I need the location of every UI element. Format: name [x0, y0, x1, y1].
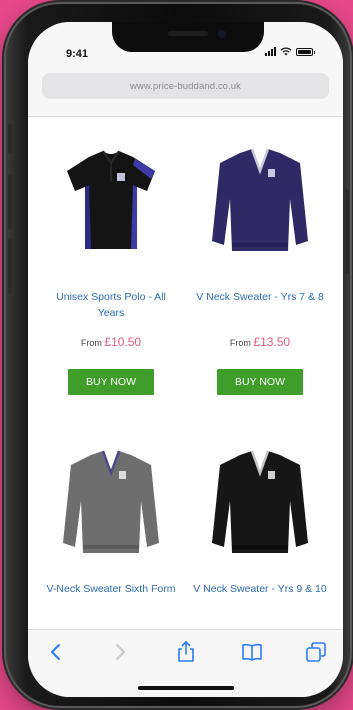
price-prefix: From: [80, 338, 102, 348]
page-background: 9:41 www.price-buddand.co.uk Unisex Spor…: [0, 0, 353, 710]
product-name[interactable]: V-Neck Sweater Sixth Form: [42, 581, 180, 613]
buy-now-button[interactable]: BUY NOW: [217, 369, 303, 395]
black-polo-shirt-image[interactable]: [51, 141, 171, 261]
notch: [112, 22, 264, 52]
status-time: 9:41: [66, 48, 89, 60]
url-text: www.price-buddand.co.uk: [129, 80, 242, 92]
power-button: [345, 189, 349, 274]
black-v-neck-sweater-image[interactable]: [200, 443, 320, 563]
browser-toolbar: [28, 629, 343, 697]
volume-up-button: [8, 174, 12, 229]
battery-icon: [296, 47, 315, 56]
tabs-icon[interactable]: [304, 640, 328, 664]
price-prefix: From: [229, 338, 251, 348]
grey-v-neck-sweater-image[interactable]: [51, 443, 171, 563]
front-camera: [218, 30, 226, 38]
product-name[interactable]: V Neck Sweater - Yrs 9 & 10: [191, 581, 329, 613]
product-price: £10.50: [104, 335, 142, 349]
browser-address-area: www.price-buddand.co.uk: [28, 66, 343, 117]
buy-now-button[interactable]: BUY NOW: [68, 369, 154, 395]
product-card: Unisex Sports Polo - All Years From £10.…: [42, 141, 180, 395]
status-icons: [265, 47, 315, 56]
forward-icon[interactable]: [108, 640, 132, 664]
phone-frame: 9:41 www.price-buddand.co.uk Unisex Spor…: [6, 4, 350, 706]
share-icon[interactable]: [174, 640, 198, 664]
home-indicator[interactable]: [138, 686, 234, 690]
product-price-line: From £13.50: [191, 335, 329, 349]
mute-switch: [8, 124, 12, 154]
product-card: V-Neck Sweater Sixth Form: [42, 443, 180, 613]
purple-v-neck-sweater-image[interactable]: [200, 141, 320, 261]
speaker-grille: [168, 31, 208, 36]
back-icon[interactable]: [44, 640, 68, 664]
wifi-icon: [280, 47, 292, 56]
bookmarks-icon[interactable]: [240, 640, 264, 664]
product-price-line: From £10.50: [42, 335, 180, 349]
signal-icon: [265, 47, 276, 56]
volume-down-button: [8, 239, 12, 294]
phone-screen: 9:41 www.price-buddand.co.uk Unisex Spor…: [28, 22, 343, 697]
product-price: £13.50: [253, 335, 291, 349]
product-card: V Neck Sweater - Yrs 9 & 10: [191, 443, 329, 613]
product-grid: Unisex Sports Polo - All Years From £10.…: [28, 117, 343, 629]
product-card: V Neck Sweater - Yrs 7 & 8 From £13.50 B…: [191, 141, 329, 395]
product-name[interactable]: Unisex Sports Polo - All Years: [42, 289, 180, 321]
product-name[interactable]: V Neck Sweater - Yrs 7 & 8: [191, 289, 329, 321]
url-field[interactable]: www.price-buddand.co.uk: [42, 73, 329, 99]
